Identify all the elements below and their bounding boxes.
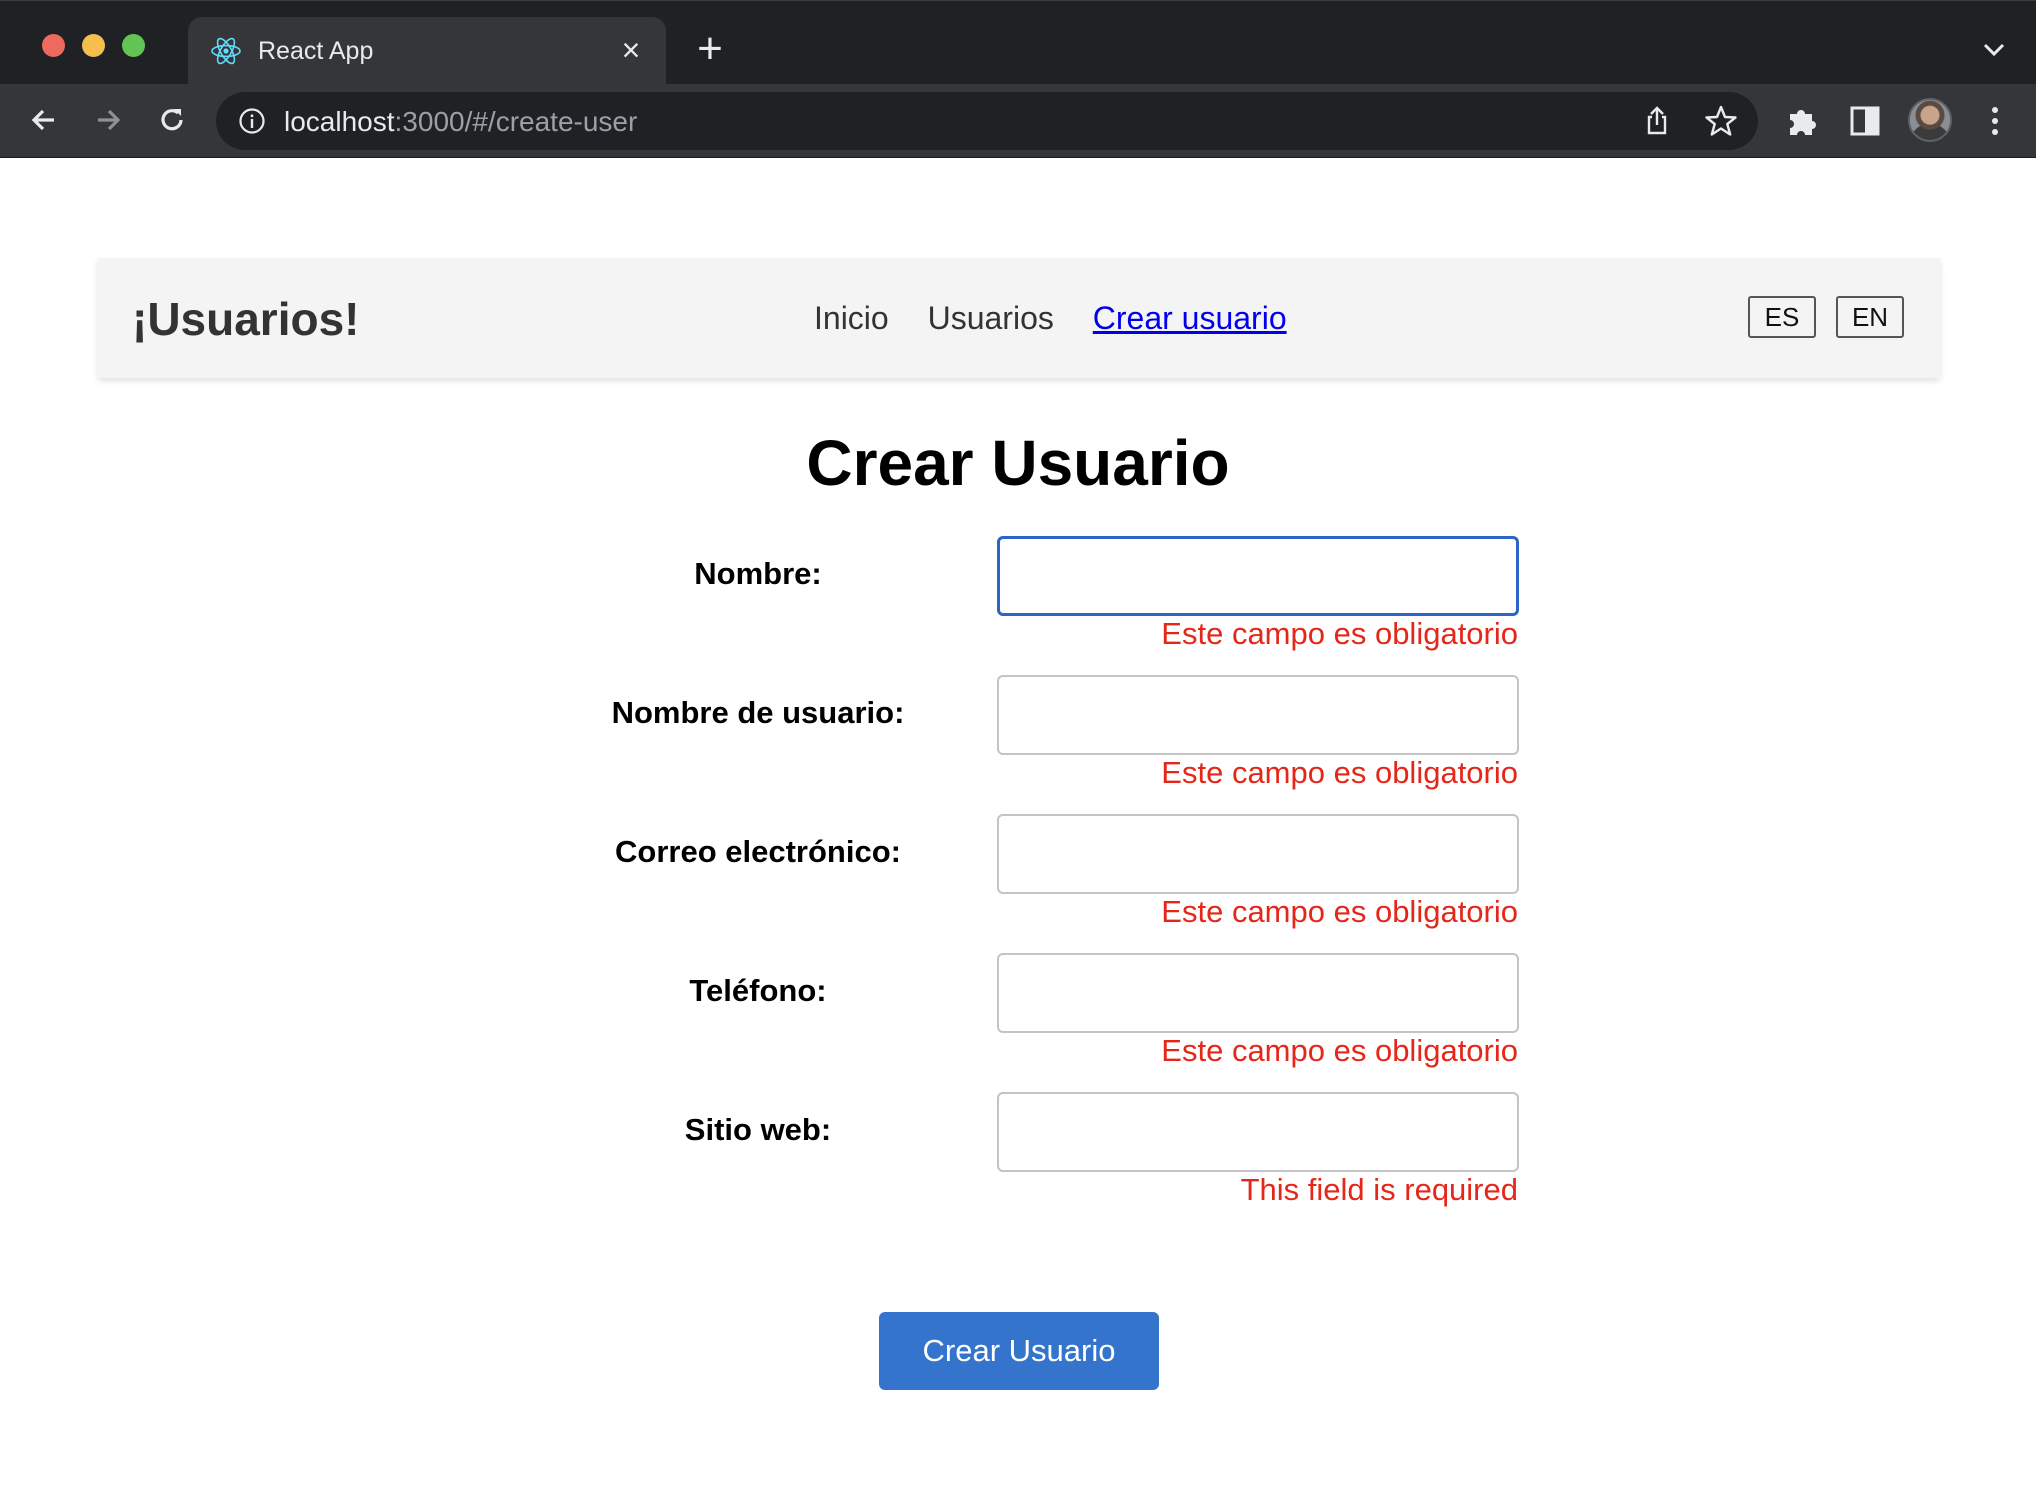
website-input[interactable] bbox=[997, 1092, 1519, 1172]
field-error: Este campo es obligatorio bbox=[1161, 1033, 1518, 1068]
field-label: Correo electrónico: bbox=[615, 834, 901, 869]
nav-link-crear-usuario[interactable]: Crear usuario bbox=[1093, 300, 1287, 336]
app-navbar: ¡Usuarios! Inicio Usuarios Crear usuario… bbox=[98, 258, 1940, 378]
back-arrow-icon[interactable] bbox=[24, 100, 64, 140]
address-bar[interactable]: localhost:3000/#/create-user bbox=[216, 92, 1758, 150]
profile-avatar[interactable] bbox=[1908, 98, 1952, 142]
field-error: This field is required bbox=[1240, 1172, 1518, 1207]
phone-input[interactable] bbox=[997, 953, 1519, 1033]
close-tab-icon[interactable]: × bbox=[614, 33, 648, 67]
maximize-window-button[interactable] bbox=[122, 34, 145, 57]
form-row-nombre: Nombre: Este campo es obligatorio bbox=[0, 536, 2036, 675]
close-window-button[interactable] bbox=[42, 34, 65, 57]
lang-es-button[interactable]: ES bbox=[1748, 296, 1816, 338]
bookmark-star-icon[interactable] bbox=[1704, 104, 1738, 138]
form-row-nombre-de-usuario: Nombre de usuario: Este campo es obligat… bbox=[0, 675, 2036, 814]
brand-title: ¡Usuarios! bbox=[132, 293, 360, 345]
field-error: Este campo es obligatorio bbox=[1161, 616, 1518, 651]
email-input[interactable] bbox=[997, 814, 1519, 894]
page-content: ¡Usuarios! Inicio Usuarios Crear usuario… bbox=[0, 158, 2036, 1500]
username-input[interactable] bbox=[997, 675, 1519, 755]
chevron-down-icon[interactable] bbox=[1982, 37, 2006, 61]
nombre-input[interactable] bbox=[997, 536, 1519, 616]
lang-en-button[interactable]: EN bbox=[1836, 296, 1904, 338]
field-error: Este campo es obligatorio bbox=[1161, 894, 1518, 929]
nav-link-usuarios[interactable]: Usuarios bbox=[928, 300, 1054, 336]
nav-link-inicio[interactable]: Inicio bbox=[814, 300, 889, 336]
extensions-puzzle-icon[interactable] bbox=[1784, 102, 1822, 140]
field-label: Nombre: bbox=[694, 556, 822, 591]
url-text: localhost:3000/#/create-user bbox=[284, 106, 637, 138]
tab-title: React App bbox=[258, 37, 374, 65]
kebab-menu-icon[interactable] bbox=[1976, 102, 2014, 140]
reload-icon[interactable] bbox=[152, 100, 192, 140]
site-info-icon[interactable] bbox=[236, 105, 268, 137]
url-path: :3000/#/create-user bbox=[394, 106, 638, 137]
browser-tab-bar: React App × + bbox=[0, 0, 2036, 85]
form-row-correo: Correo electrónico: Este campo es obliga… bbox=[0, 814, 2036, 953]
forward-arrow-icon[interactable] bbox=[88, 100, 128, 140]
nav-links: Inicio Usuarios Crear usuario bbox=[814, 300, 1287, 337]
field-error: Este campo es obligatorio bbox=[1161, 755, 1518, 790]
page-title: Crear Usuario bbox=[806, 427, 1230, 499]
browser-toolbar: localhost:3000/#/create-user bbox=[0, 84, 2036, 158]
browser-tab[interactable]: React App × bbox=[188, 17, 666, 85]
share-icon[interactable] bbox=[1640, 104, 1674, 138]
field-label: Nombre de usuario: bbox=[611, 695, 905, 730]
form-row-telefono: Teléfono: Este campo es obligatorio bbox=[0, 953, 2036, 1092]
new-tab-icon[interactable]: + bbox=[690, 27, 730, 71]
side-panel-icon[interactable] bbox=[1846, 102, 1884, 140]
field-label: Sitio web: bbox=[684, 1112, 832, 1147]
react-logo-icon bbox=[210, 35, 242, 67]
url-host: localhost bbox=[284, 106, 395, 137]
minimize-window-button[interactable] bbox=[82, 34, 105, 57]
create-user-button[interactable]: Crear Usuario bbox=[879, 1312, 1159, 1390]
field-label: Teléfono: bbox=[689, 973, 827, 1008]
form-row-sitio-web: Sitio web: This field is required bbox=[0, 1092, 2036, 1231]
